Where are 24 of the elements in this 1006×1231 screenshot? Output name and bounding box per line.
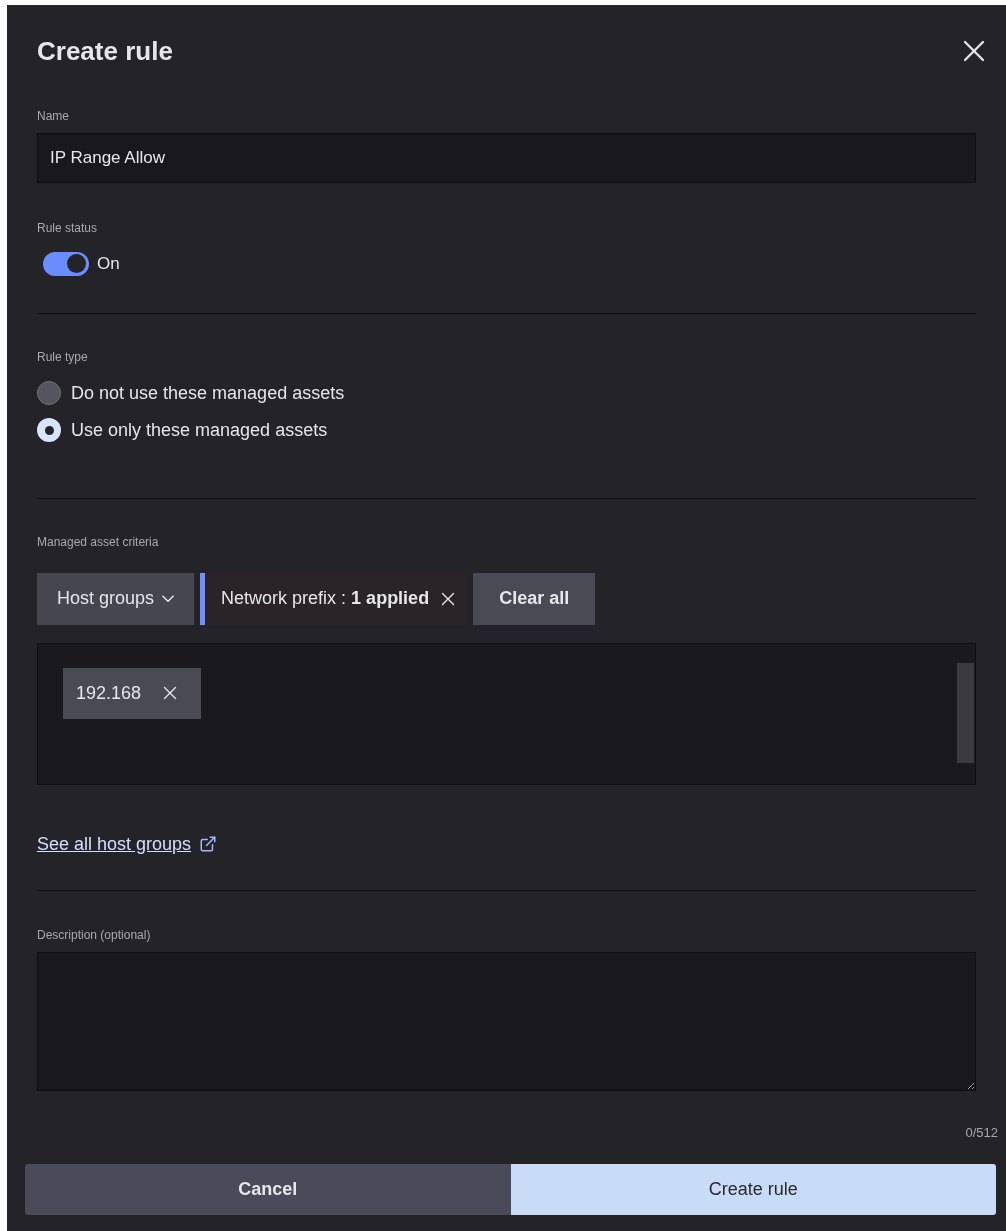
radio-label: Use only these managed assets bbox=[71, 418, 328, 442]
radio-button[interactable] bbox=[37, 381, 61, 405]
field-label: Rule status bbox=[37, 220, 98, 237]
field-label: Managed asset criteria bbox=[37, 533, 159, 551]
chevron-icon bbox=[162, 595, 175, 602]
status-toggle[interactable] bbox=[43, 251, 89, 276]
external-link-icon[interactable] bbox=[199, 835, 218, 853]
status-text: On bbox=[97, 253, 120, 275]
filter-text: Network prefix : 1 applied bbox=[221, 587, 430, 610]
tag-text: 192.168 bbox=[76, 681, 142, 705]
field-label: Rule type bbox=[37, 348, 88, 366]
dialog-title: Create rule bbox=[37, 34, 173, 68]
radio-label: Do not use these managed assets bbox=[71, 381, 345, 405]
character-counter: 0/512 bbox=[965, 1123, 998, 1142]
field-label: Description (optional) bbox=[37, 926, 151, 944]
create-rule-button[interactable]: Create rule bbox=[510, 1164, 996, 1215]
field-label: Name bbox=[37, 108, 69, 125]
host-groups-link[interactable]: See all host groups bbox=[37, 830, 192, 858]
radio-button[interactable] bbox=[37, 418, 61, 442]
cancel-button[interactable]: Cancel bbox=[25, 1164, 511, 1215]
description-field[interactable] bbox=[37, 951, 976, 1091]
clear-all-button[interactable]: Clear all bbox=[473, 572, 596, 625]
host-groups-dropdown[interactable]: Host groups bbox=[37, 572, 195, 625]
name-field[interactable]: IP Range Allow bbox=[37, 133, 976, 183]
